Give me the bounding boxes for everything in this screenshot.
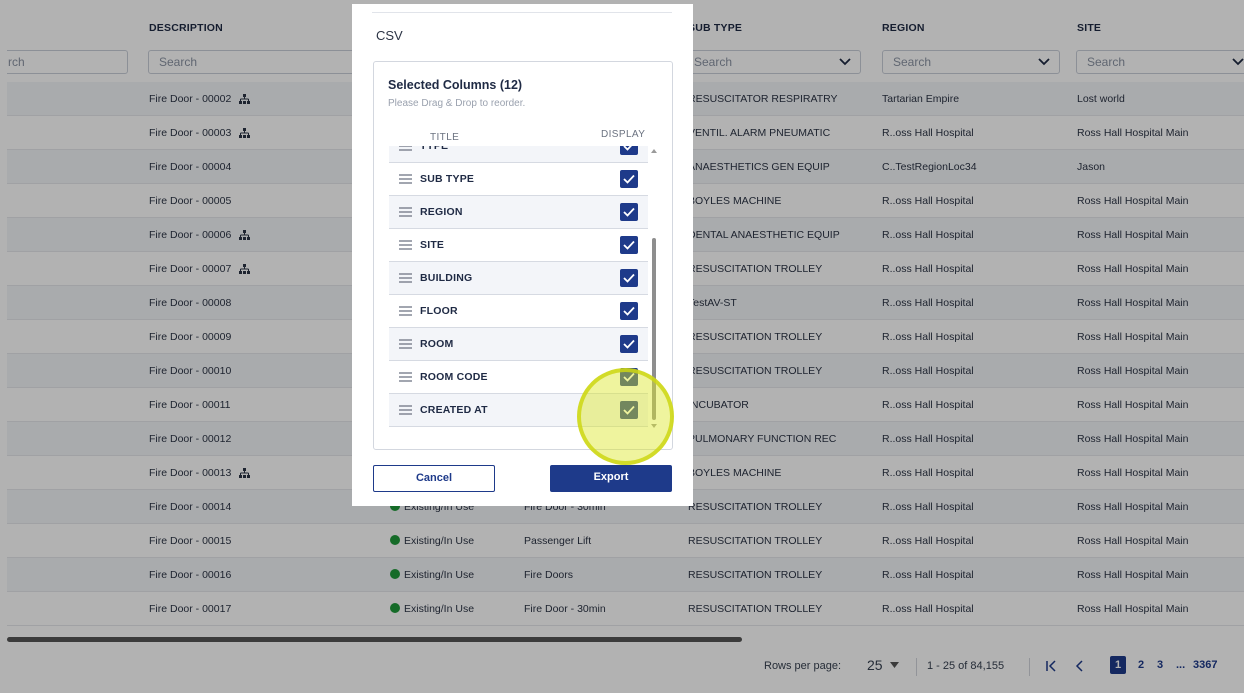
column-list-item[interactable]: SITE	[389, 229, 648, 262]
column-label: ROOM CODE	[420, 371, 488, 383]
column-list-item[interactable]: TYPE	[389, 146, 648, 163]
drag-handle-icon[interactable]	[399, 146, 412, 152]
column-label: FLOOR	[420, 305, 458, 317]
column-list-item[interactable]: ROOM	[389, 328, 648, 361]
column-list-item[interactable]: BUILDING	[389, 262, 648, 295]
checkmark-icon	[623, 240, 635, 250]
column-label: SITE	[420, 239, 445, 251]
checkmark-icon	[623, 146, 632, 151]
cancel-button[interactable]: Cancel	[373, 465, 495, 492]
modal-divider	[372, 12, 672, 13]
title-column-header: TITLE	[430, 132, 460, 143]
drag-handle-icon[interactable]	[399, 404, 412, 416]
export-button[interactable]: Export	[550, 465, 672, 492]
checkmark-icon	[623, 306, 635, 316]
drag-handle-icon[interactable]	[399, 272, 412, 284]
display-checkbox[interactable]	[620, 203, 638, 221]
display-checkbox[interactable]	[620, 170, 638, 188]
column-label: ROOM	[420, 338, 454, 350]
display-checkbox[interactable]	[620, 335, 638, 353]
checkmark-icon	[623, 273, 635, 283]
column-label: SUB TYPE	[420, 173, 475, 185]
display-checkbox[interactable]	[620, 146, 638, 155]
drag-handle-icon[interactable]	[399, 206, 412, 218]
selected-columns-heading: Selected Columns (12)	[388, 78, 523, 92]
drag-handle-icon[interactable]	[399, 173, 412, 185]
display-checkbox[interactable]	[620, 302, 638, 320]
display-checkbox[interactable]	[620, 269, 638, 287]
drag-handle-icon[interactable]	[399, 305, 412, 317]
checkmark-icon	[623, 174, 635, 184]
checkmark-icon	[623, 339, 635, 349]
scroll-up-icon[interactable]	[651, 149, 657, 153]
drag-handle-icon[interactable]	[399, 239, 412, 251]
display-column-header: DISPLAY	[601, 129, 646, 140]
column-list-item[interactable]: FLOOR	[389, 295, 648, 328]
column-label: TYPE	[420, 146, 449, 152]
drag-drop-hint: Please Drag & Drop to reorder.	[388, 98, 526, 109]
export-format-label: CSV	[376, 28, 403, 43]
column-list-item[interactable]: REGION	[389, 196, 648, 229]
click-highlight	[577, 368, 674, 465]
column-label: REGION	[420, 206, 463, 218]
column-list-item[interactable]: SUB TYPE	[389, 163, 648, 196]
display-checkbox[interactable]	[620, 236, 638, 254]
drag-handle-icon[interactable]	[399, 338, 412, 350]
column-label: CREATED AT	[420, 404, 488, 416]
drag-handle-icon[interactable]	[399, 371, 412, 383]
column-label: BUILDING	[420, 272, 473, 284]
checkmark-icon	[623, 207, 635, 217]
